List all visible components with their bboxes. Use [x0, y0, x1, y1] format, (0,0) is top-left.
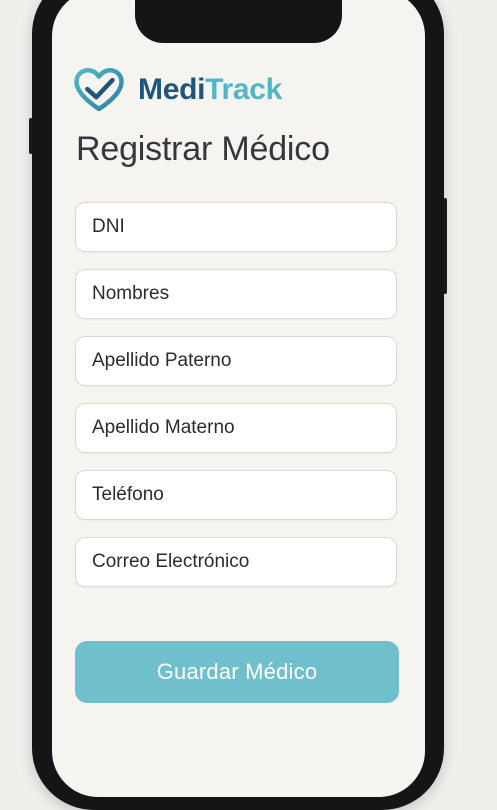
phone-screen: MediTrack Registrar Médico Guardar Médic… [52, 0, 425, 797]
email-field[interactable] [75, 537, 397, 587]
dni-field[interactable] [75, 202, 397, 252]
save-doctor-button[interactable]: Guardar Médico [75, 641, 399, 703]
heart-check-icon [74, 67, 124, 112]
first-names-field[interactable] [75, 269, 397, 319]
phone-notch [135, 0, 342, 43]
app-name-part1: Medi [138, 73, 206, 106]
app-name-part2: Track [205, 73, 283, 106]
phone-field[interactable] [75, 470, 397, 520]
app-brand: MediTrack [72, 65, 282, 115]
maternal-surname-field[interactable] [75, 403, 397, 453]
app-name: MediTrack [138, 75, 282, 105]
page-title: Registrar Médico [76, 130, 330, 168]
paternal-surname-field[interactable] [75, 336, 397, 386]
